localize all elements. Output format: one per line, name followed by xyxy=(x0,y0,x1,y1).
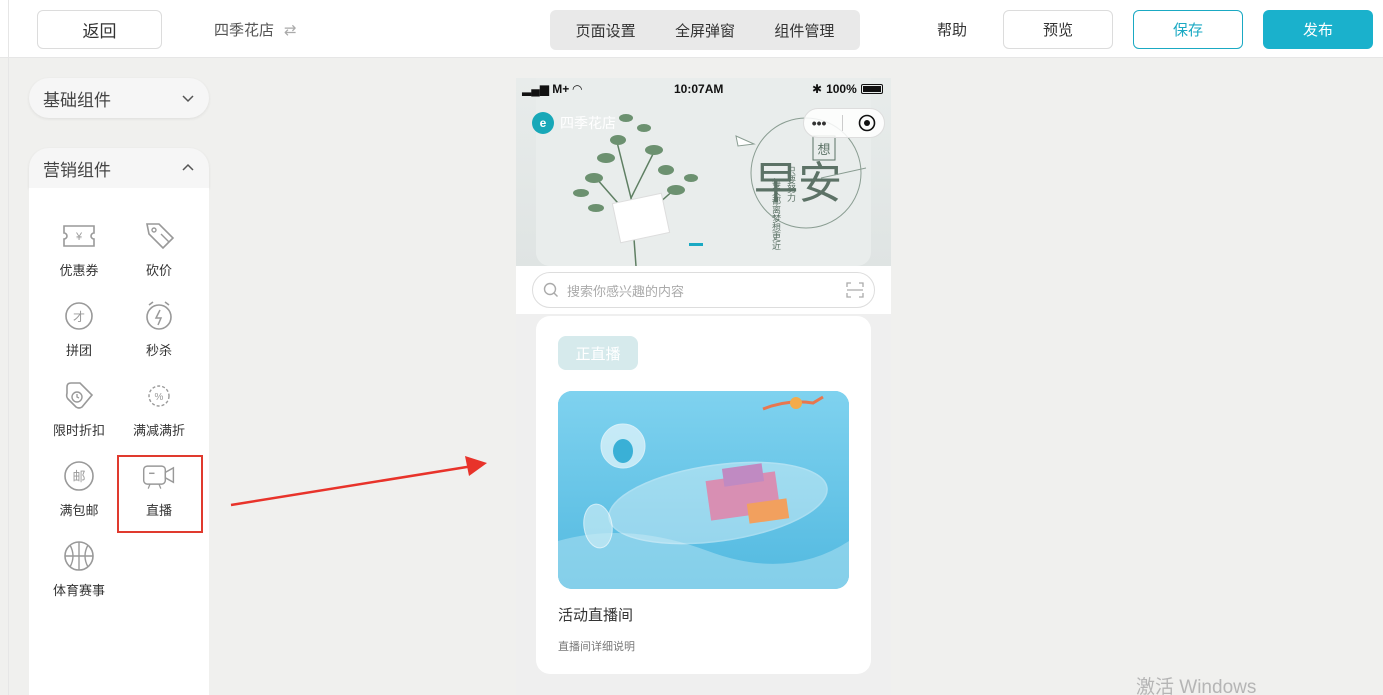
component-label: 秒杀 xyxy=(145,343,172,358)
live-card[interactable]: 正直播 活动直播间 直播间详细说明 xyxy=(536,316,871,674)
nav-store-name: 四季花店 xyxy=(560,115,616,131)
component-full-reduction[interactable]: % 满减满折 xyxy=(119,378,199,439)
banner-image[interactable]: 早安 想 只要努力 每天都离梦想更近 xyxy=(536,78,871,266)
store-logo-icon: e xyxy=(532,112,554,134)
search-input[interactable]: 搜索你感兴趣的内容 xyxy=(532,272,875,308)
group-buy-icon: 才 xyxy=(61,298,97,334)
coupon-icon: ¥ xyxy=(61,218,97,254)
scan-icon[interactable] xyxy=(846,281,864,299)
component-label: 优惠券 xyxy=(59,263,99,278)
capsule-divider xyxy=(841,115,843,131)
component-timed-discount[interactable]: 限时折扣 xyxy=(39,378,119,439)
bottle-illustration xyxy=(558,391,849,589)
component-label: 拼团 xyxy=(65,343,92,358)
live-room-description: 直播间详细说明 xyxy=(558,641,635,653)
settings-segment: 页面设置 全屏弹窗 组件管理 xyxy=(550,10,860,50)
store-name: 四季花店 xyxy=(214,22,275,39)
carrier-name: M+ xyxy=(552,82,570,96)
basic-components-header[interactable]: 基础组件 xyxy=(29,78,209,118)
bargain-icon xyxy=(141,218,177,254)
basic-components-title: 基础组件 xyxy=(43,90,111,110)
component-label: 限时折扣 xyxy=(52,423,105,438)
banner-area: 早安 想 只要努力 每天都离梦想更近 ▂▄▆ M+ ◠ 10:07AM ✱ 10… xyxy=(516,78,891,266)
banner-page-indicator xyxy=(689,243,703,246)
chevron-up-icon xyxy=(182,163,194,171)
component-free-shipping[interactable]: 邮 满包邮 xyxy=(39,458,119,519)
help-link[interactable]: 帮助 xyxy=(937,19,967,40)
battery-icon xyxy=(860,84,883,94)
banner-artwork: 早安 想 只要努力 每天都离梦想更近 xyxy=(536,78,871,266)
store-switcher[interactable]: 四季花店 ⇄ xyxy=(214,19,297,40)
marketing-components-header[interactable]: 营销组件 xyxy=(29,148,209,188)
search-placeholder: 搜索你感兴趣的内容 xyxy=(567,283,685,299)
search-area: 搜索你感兴趣的内容 xyxy=(516,266,891,314)
mini-program-nav: e 四季花店 xyxy=(532,112,616,134)
pointer-arrow-icon xyxy=(230,456,487,507)
tab-page-settings[interactable]: 页面设置 xyxy=(576,20,636,41)
windows-activation-watermark: 激活 Windows xyxy=(1136,677,1257,695)
battery-indicator: ✱ 100% xyxy=(812,82,883,96)
component-coupon[interactable]: ¥ 优惠券 xyxy=(39,218,119,279)
top-toolbar: 返回 四季花店 ⇄ 页面设置 全屏弹窗 组件管理 帮助 预览 保存 发布 xyxy=(0,0,1383,695)
component-bargain[interactable]: 砍价 xyxy=(119,218,199,279)
more-dots-icon[interactable]: ••• xyxy=(812,115,827,131)
component-sports[interactable]: 体育赛事 xyxy=(39,538,119,599)
banner-title-big: 早安 xyxy=(754,158,842,209)
battery-level: 100% xyxy=(826,82,857,96)
svg-text:¥: ¥ xyxy=(75,231,83,243)
free-shipping-icon: 邮 xyxy=(61,458,97,494)
live-component-highlight xyxy=(117,455,203,533)
component-flash-sale[interactable]: 秒杀 xyxy=(119,298,199,359)
swap-icon[interactable]: ⇄ xyxy=(284,21,297,39)
signal-indicator: ▂▄▆ M+ ◠ xyxy=(522,82,582,96)
status-time: 10:07AM xyxy=(674,82,724,96)
marketing-components-panel: ¥ 优惠券 砍价 才 拼团 秒杀 限时折扣 % 满减满折 邮 满包邮 直播 体育… xyxy=(29,188,209,695)
tab-fullscreen-popup[interactable]: 全屏弹窗 xyxy=(675,20,735,41)
full-reduction-icon: % xyxy=(141,378,177,414)
component-label: 满减满折 xyxy=(132,423,185,438)
live-cover-image[interactable] xyxy=(558,391,849,589)
marketing-components-title: 营销组件 xyxy=(43,160,111,180)
left-divider xyxy=(8,0,9,695)
component-group-buy[interactable]: 才 拼团 xyxy=(39,298,119,359)
mini-program-capsule: ••• xyxy=(803,108,885,138)
svg-text:%: % xyxy=(155,392,164,403)
tab-component-manage[interactable]: 组件管理 xyxy=(774,20,834,41)
component-label: 砍价 xyxy=(145,263,172,278)
close-target-icon[interactable] xyxy=(858,114,876,132)
live-room-title: 活动直播间 xyxy=(558,607,634,624)
flash-sale-icon xyxy=(141,298,177,334)
publish-button[interactable]: 发布 xyxy=(1263,10,1373,49)
sports-icon xyxy=(61,538,97,574)
chevron-down-icon xyxy=(182,95,194,103)
svg-text:邮: 邮 xyxy=(72,469,85,484)
svg-text:才: 才 xyxy=(73,310,85,324)
preview-button[interactable]: 预览 xyxy=(1003,10,1113,49)
banner-title-small: 想 xyxy=(817,142,830,157)
banner-line-1: 只要努力 xyxy=(786,166,796,203)
component-label: 满包邮 xyxy=(59,503,99,518)
banner-line-2: 每天都离梦想更近 xyxy=(771,177,781,250)
back-button[interactable]: 返回 xyxy=(37,10,162,49)
timed-discount-icon xyxy=(61,378,97,414)
live-status-badge: 正直播 xyxy=(558,336,638,370)
save-button[interactable]: 保存 xyxy=(1133,10,1243,49)
search-icon xyxy=(543,282,558,297)
phone-preview: 早安 想 只要努力 每天都离梦想更近 ▂▄▆ M+ ◠ 10:07AM ✱ 10… xyxy=(516,78,891,695)
status-bar: ▂▄▆ M+ ◠ 10:07AM ✱ 100% xyxy=(516,82,891,98)
component-label: 体育赛事 xyxy=(52,583,105,598)
